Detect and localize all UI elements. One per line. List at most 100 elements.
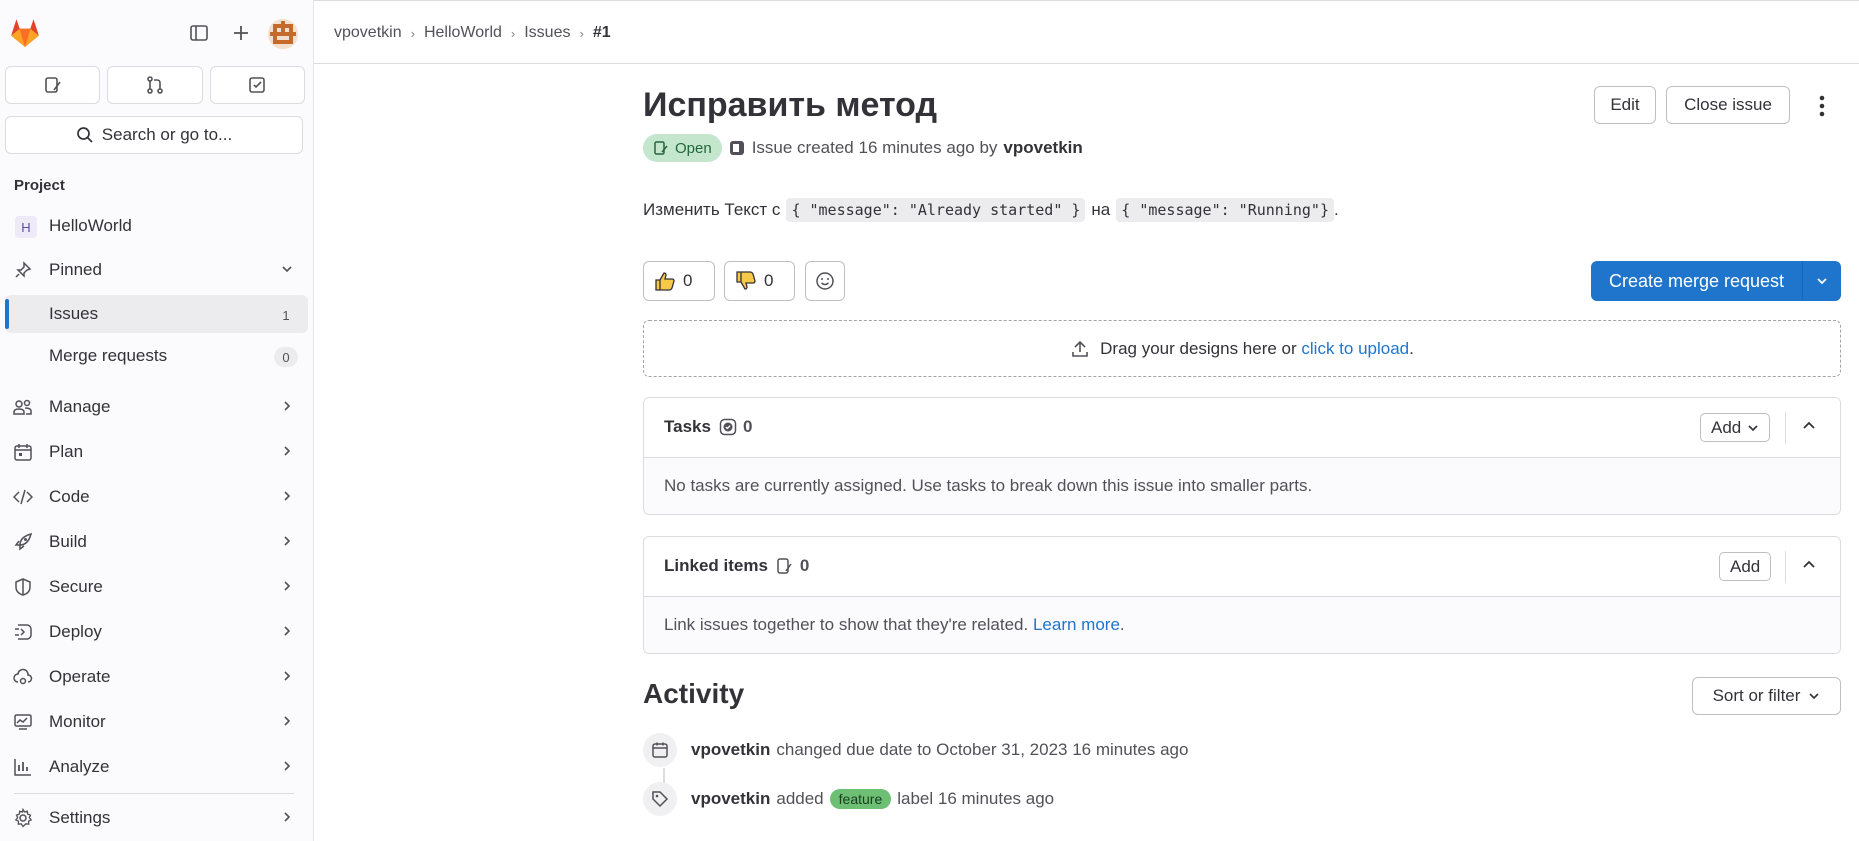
chevron-down-icon: [282, 266, 292, 273]
chevron-up-icon[interactable]: [1798, 415, 1820, 437]
sidebar-item-monitor[interactable]: Monitor: [5, 703, 308, 741]
add-task-button[interactable]: Add: [1700, 413, 1771, 442]
plus-icon[interactable]: [226, 18, 256, 48]
sidebar-item-operate[interactable]: Operate: [5, 658, 308, 696]
chevron-up-icon[interactable]: [1798, 554, 1820, 576]
chevron-right-icon: [284, 491, 291, 501]
add-reaction-button[interactable]: [805, 261, 845, 301]
chevron-right-icon: [284, 446, 291, 456]
sidebar-item-settings[interactable]: Settings: [5, 799, 308, 837]
learn-more-link[interactable]: Learn more: [1033, 615, 1120, 634]
chevron-right-icon: [284, 716, 291, 726]
chevron-down-icon[interactable]: [1803, 274, 1841, 288]
feature-label-badge[interactable]: feature: [829, 789, 892, 809]
breadcrumb-issues[interactable]: Issues: [524, 24, 570, 42]
dropzone-end: .: [1409, 338, 1414, 358]
sidebar-item-build[interactable]: Build: [5, 523, 308, 561]
linked-items-card: Linked items 0 Add Link issues together …: [643, 536, 1841, 654]
dropzone-text: Drag your designs here or: [1100, 338, 1297, 358]
chevron-right-icon: [284, 581, 291, 591]
sidebar-item-merge-requests[interactable]: Merge requests 0: [5, 337, 308, 375]
tasks-empty-text: No tasks are currently assigned. Use tas…: [644, 458, 1840, 514]
add-linked-item-button[interactable]: Add: [1719, 552, 1772, 581]
sidebar-item-issues[interactable]: Issues 1: [5, 295, 308, 333]
sidebar-item-secure[interactable]: Secure: [5, 568, 308, 606]
smiley-icon: [816, 272, 834, 290]
merge-requests-button[interactable]: [107, 66, 203, 104]
sidebar-item-project[interactable]: H HelloWorld: [5, 207, 308, 245]
chevron-right-icon: [284, 812, 291, 822]
chevron-right-icon: [284, 536, 291, 546]
sidebar-item-label: Manage: [49, 397, 111, 416]
header-divider: [314, 63, 1859, 64]
count-badge: 1: [274, 305, 298, 325]
deploy-icon: [13, 622, 33, 642]
sidebar-item-label: Settings: [49, 808, 111, 827]
gear-icon: [13, 808, 33, 828]
assigned-issues-button[interactable]: [5, 66, 101, 104]
author-link[interactable]: vpovetkin: [1003, 138, 1082, 158]
close-issue-button[interactable]: Close issue: [1666, 86, 1790, 124]
chart-icon: [13, 757, 33, 777]
more-actions-icon[interactable]: [1810, 92, 1834, 120]
app: Search or go to... Project H HelloWorld …: [0, 0, 1859, 841]
thumbs-down-count: 0: [764, 271, 774, 290]
sidebar-item-code[interactable]: Code: [5, 478, 308, 516]
issues-icon: [777, 558, 792, 574]
activity-event: vpovetkin added feature label 16 minutes…: [643, 781, 1054, 817]
design-dropzone[interactable]: Drag your designs here or click to uploa…: [643, 320, 1841, 377]
chevron-right-icon: ›: [410, 25, 415, 41]
sidebar-item-plan[interactable]: Plan: [5, 433, 308, 471]
linked-title: Linked items: [664, 556, 768, 575]
todo-icon: [249, 77, 266, 93]
project-name: HelloWorld: [49, 216, 132, 235]
avatar[interactable]: [268, 19, 298, 49]
desc-text: Изменить Текст с: [643, 200, 781, 219]
cloud-gear-icon: [13, 667, 33, 687]
linked-empty: Link issues together to show that they'r…: [644, 597, 1840, 653]
search-label: Search or go to...: [101, 125, 233, 144]
chevron-right-icon: [284, 626, 291, 636]
thumbs-down-button[interactable]: 0: [724, 261, 795, 301]
code-snippet: { "message": "Running"}: [1116, 198, 1334, 222]
breadcrumb-current[interactable]: #1: [593, 24, 611, 42]
merge-request-icon: [147, 76, 163, 94]
sidebar-item-deploy[interactable]: Deploy: [5, 613, 308, 651]
sidebar-item-manage[interactable]: Manage: [5, 388, 308, 426]
thumbs-up-icon: [655, 272, 675, 291]
event-user[interactable]: vpovetkin: [691, 789, 770, 809]
search-icon: [76, 127, 93, 143]
breadcrumb-user[interactable]: vpovetkin: [334, 24, 402, 42]
pin-icon: [13, 260, 33, 280]
chevron-right-icon: [284, 401, 291, 411]
chevron-right-icon: ›: [510, 25, 516, 41]
todo-button[interactable]: [209, 66, 305, 104]
header-separator: [1785, 412, 1786, 444]
event-text: label 16 minutes ago: [897, 789, 1055, 808]
event-user[interactable]: vpovetkin: [691, 740, 770, 760]
add-label: Add: [1730, 556, 1761, 576]
desc-text: на: [1091, 200, 1111, 219]
users-icon: [13, 397, 33, 417]
edit-button[interactable]: Edit: [1594, 86, 1656, 124]
thumbs-up-button[interactable]: 0: [643, 261, 715, 301]
sort-filter-button[interactable]: Sort or filter: [1692, 677, 1841, 715]
sort-label: Sort or filter: [1712, 686, 1801, 705]
linked-count: 0: [776, 556, 809, 576]
sidebar-item-label: Issues: [49, 304, 99, 323]
gitlab-logo-icon[interactable]: [8, 16, 42, 50]
create-merge-request-button[interactable]: Create merge request: [1591, 261, 1841, 301]
linked-empty-text: Link issues together to show that they'r…: [664, 615, 1029, 634]
chevron-down-icon: [1809, 693, 1819, 700]
tasks-title: Tasks: [664, 417, 711, 436]
issue-type-icon: [729, 141, 744, 155]
search-button[interactable]: Search or go to...: [5, 116, 303, 154]
upload-link[interactable]: click to upload: [1301, 339, 1409, 358]
sidebar-item-analyze[interactable]: Analyze: [5, 748, 308, 786]
sidebar-item-label: Plan: [49, 442, 84, 461]
breadcrumb-project[interactable]: HelloWorld: [424, 24, 502, 42]
sidebar-item-label: Operate: [49, 667, 111, 686]
sidebar-toggle-icon[interactable]: [184, 18, 214, 48]
tasks-count-value: 0: [742, 417, 753, 436]
sidebar-item-pinned[interactable]: Pinned: [5, 251, 308, 289]
